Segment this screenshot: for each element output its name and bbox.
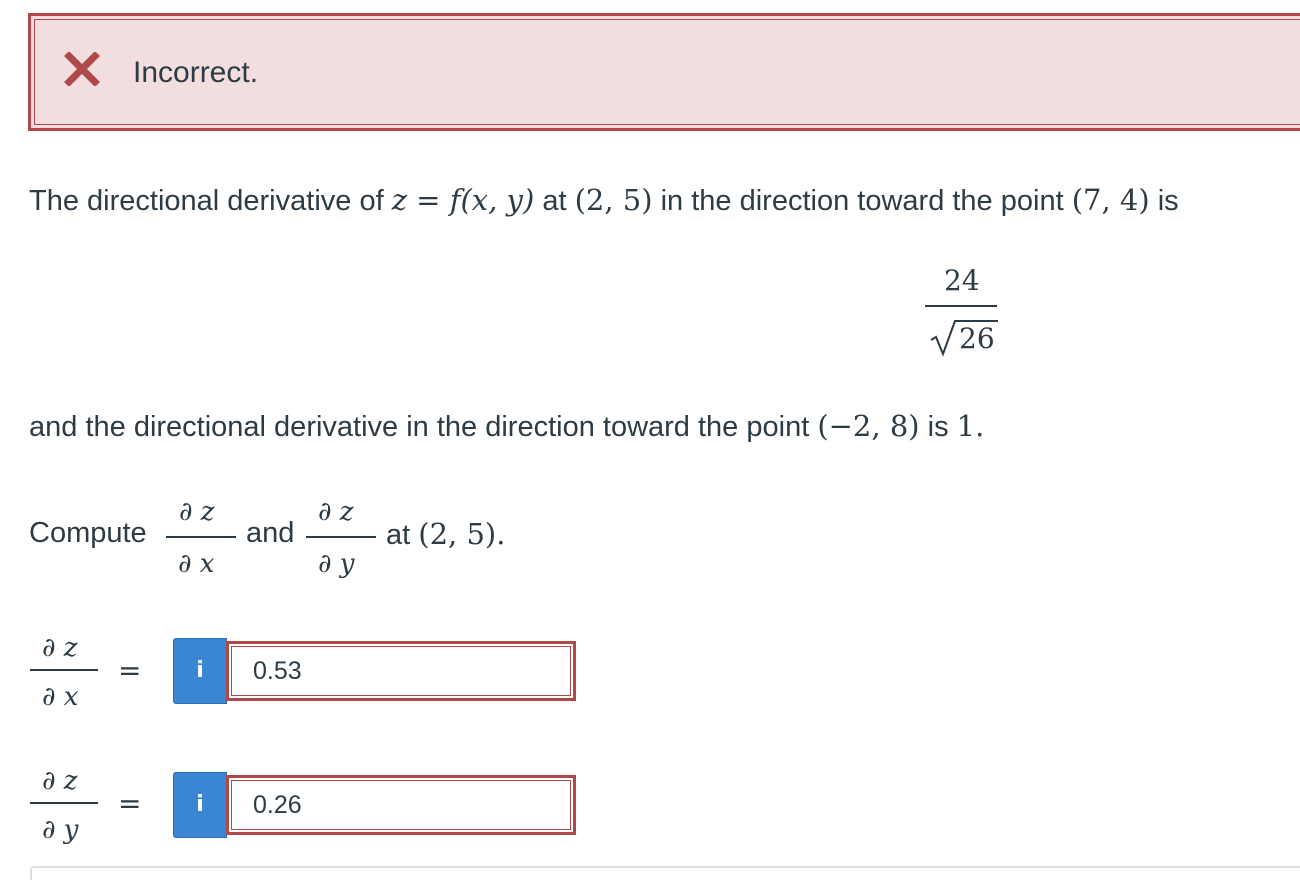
equals-sign: = bbox=[118, 787, 142, 820]
info-button[interactable]: i bbox=[173, 638, 227, 704]
fraction-bar bbox=[30, 802, 98, 804]
dx-label: ∂ x bbox=[42, 682, 79, 712]
dz-numerator: ∂ z bbox=[179, 497, 215, 527]
answer-field-dzdy[interactable] bbox=[226, 775, 576, 835]
dz-numerator: ∂ z bbox=[318, 497, 354, 527]
fraction-denominator: 26 bbox=[959, 322, 995, 355]
answer-input-dzdy[interactable] bbox=[232, 781, 562, 829]
fraction-bar bbox=[166, 536, 236, 538]
problem-line-1: The directional derivative of z = f(x, y… bbox=[29, 183, 1179, 217]
fraction-bar bbox=[306, 536, 376, 538]
dz-label: ∂ z bbox=[42, 633, 78, 663]
dz-label: ∂ z bbox=[42, 766, 78, 796]
compute-and: and bbox=[246, 517, 295, 549]
compute-at: at (2, 5). bbox=[386, 517, 506, 551]
dy-denominator: ∂ y bbox=[318, 549, 355, 579]
answer-field-dzdx[interactable] bbox=[226, 641, 576, 701]
problem-line-2: and the directional derivative in the di… bbox=[29, 409, 985, 443]
fraction-numerator: 24 bbox=[944, 264, 980, 297]
info-button[interactable]: i bbox=[173, 772, 227, 838]
compute-word: Compute bbox=[29, 517, 147, 549]
fraction-bar bbox=[925, 305, 997, 307]
dy-label: ∂ y bbox=[42, 815, 79, 845]
next-panel-edge bbox=[30, 866, 1300, 880]
equals-sign: = bbox=[118, 654, 142, 687]
x-icon bbox=[64, 52, 100, 86]
feedback-text: Incorrect. bbox=[133, 56, 259, 89]
fraction-bar bbox=[30, 669, 98, 671]
dx-denominator: ∂ x bbox=[178, 549, 215, 579]
answer-input-dzdx[interactable] bbox=[232, 647, 562, 695]
